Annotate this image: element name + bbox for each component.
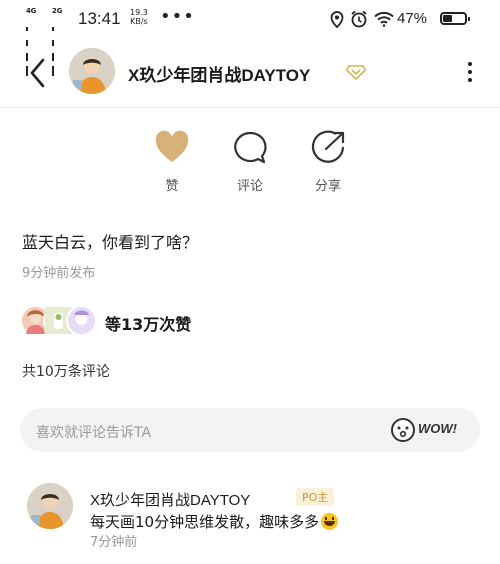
back-arrow-icon[interactable]	[24, 56, 54, 90]
share-button[interactable]: 分享	[298, 128, 358, 198]
wow-sticker-button[interactable]: WOW!	[390, 417, 468, 443]
alarm-icon	[351, 10, 367, 28]
wow-label: WOW!	[418, 421, 457, 436]
heart-icon	[155, 130, 189, 162]
share-label: 分享	[314, 179, 341, 194]
comment-body: 每天画10分钟思维发散，趣味多多	[90, 513, 320, 531]
wow-face-icon	[391, 418, 415, 442]
comment-author[interactable]: X玖少年团肖战DAYTOY	[90, 489, 250, 510]
author-badge: PO主	[296, 488, 335, 506]
clock: 13:41	[78, 9, 121, 28]
share-icon	[311, 130, 345, 163]
verified-badge-icon	[346, 65, 366, 80]
like-button[interactable]: 赞	[142, 128, 202, 198]
network-speed: 19.3 KB/s	[130, 8, 148, 26]
more-notifications-icon: •••	[160, 6, 195, 27]
liker-avatars[interactable]	[20, 305, 100, 336]
header-divider	[0, 107, 500, 108]
post-timestamp: 9分钟前发布	[22, 266, 96, 281]
comment-count: 共10万条评论	[22, 364, 110, 380]
status-bar: 4G 2G 13:41 19.3 KB/s ••• 47%	[0, 0, 500, 76]
comment-button[interactable]: 评论	[220, 128, 280, 198]
comment-bubble-icon	[234, 131, 267, 164]
like-label: 赞	[165, 179, 179, 194]
like-count[interactable]: 等13万次赞	[105, 311, 191, 335]
comment-label: 评论	[236, 179, 263, 194]
battery-percentage: 47%	[397, 10, 428, 27]
avatar[interactable]	[27, 483, 73, 529]
avatar	[66, 305, 97, 336]
page-title[interactable]: X玖少年团肖战DAYTOY	[128, 61, 310, 86]
battery-level	[443, 15, 452, 22]
more-options-icon[interactable]	[462, 58, 478, 88]
comment-timestamp: 7分钟前	[90, 535, 138, 550]
avatar[interactable]	[69, 48, 115, 94]
comment-text: 每天画10分钟思维发散，趣味多多	[90, 511, 339, 532]
battery-icon	[440, 12, 470, 25]
post-caption: 蓝天白云，你看到了啥？	[22, 233, 199, 252]
comment-placeholder: 喜欢就评论告诉TA	[36, 425, 152, 441]
wifi-icon	[374, 12, 394, 27]
laughing-emoji-icon	[321, 513, 339, 530]
location-icon	[330, 11, 344, 28]
